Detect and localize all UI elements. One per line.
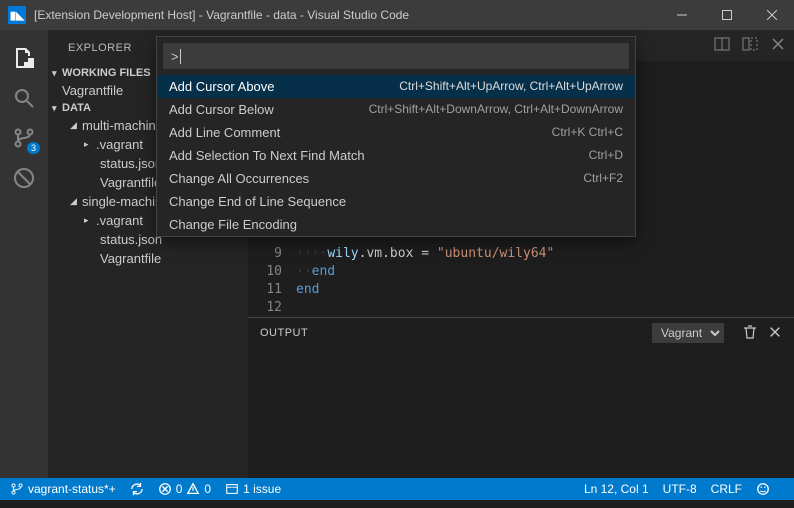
- file-label: status.json: [100, 232, 162, 247]
- chevron-down-icon: ◢: [70, 120, 80, 131]
- command-label: Add Line Comment: [169, 125, 552, 140]
- chevron-down-icon: ▾: [52, 103, 62, 114]
- file-label: status.json: [100, 156, 162, 171]
- window-title: [Extension Development Host] - Vagrantfi…: [34, 8, 659, 22]
- line-number: 11: [248, 281, 282, 299]
- command-item[interactable]: Change File Encoding: [157, 213, 635, 236]
- command-label: Change End of Line Sequence: [169, 194, 623, 209]
- line-number: 10: [248, 263, 282, 281]
- warning-count: 0: [204, 482, 211, 496]
- chevron-right-icon: ▸: [84, 139, 94, 150]
- eol-status[interactable]: CRLF: [711, 482, 742, 496]
- chevron-down-icon: ▾: [52, 68, 62, 79]
- command-prefix: >: [171, 49, 179, 64]
- command-label: Add Selection To Next Find Match: [169, 148, 589, 163]
- vscode-app-icon: ▮◣: [8, 6, 26, 24]
- open-changes-icon[interactable]: [742, 36, 758, 55]
- issues-label: 1 issue: [243, 482, 281, 496]
- activity-search[interactable]: [0, 78, 48, 118]
- window-controls: [659, 0, 794, 30]
- encoding-label: UTF-8: [663, 482, 697, 496]
- project-label: DATA: [62, 102, 91, 114]
- output-panel: OUTPUT Vagrant: [248, 317, 794, 478]
- folder-label: .vagrant: [96, 137, 143, 152]
- eol-label: CRLF: [711, 482, 742, 496]
- output-label: OUTPUT: [260, 327, 308, 339]
- sync-status[interactable]: [130, 482, 144, 496]
- chevron-down-icon: ◢: [70, 196, 80, 207]
- close-panel-icon[interactable]: [768, 325, 782, 342]
- warning-icon: [186, 482, 200, 496]
- position-label: Ln 12, Col 1: [584, 482, 649, 496]
- error-count: 0: [176, 482, 183, 496]
- cursor-position[interactable]: Ln 12, Col 1: [584, 482, 649, 496]
- activity-bar: 3: [0, 30, 48, 478]
- git-branch-icon: [10, 482, 24, 496]
- issues-status[interactable]: 1 issue: [225, 482, 281, 496]
- debug-icon: [12, 166, 36, 190]
- file-item[interactable]: Vagrantfile: [58, 249, 248, 268]
- minimize-button[interactable]: [659, 0, 704, 30]
- command-input[interactable]: >: [163, 43, 629, 69]
- command-list: Add Cursor AboveCtrl+Shift+Alt+UpArrow, …: [157, 75, 635, 236]
- command-item[interactable]: Add Cursor AboveCtrl+Shift+Alt+UpArrow, …: [157, 75, 635, 98]
- search-icon: [12, 86, 36, 110]
- command-item[interactable]: Change End of Line Sequence: [157, 190, 635, 213]
- working-file-label: Vagrantfile: [62, 83, 123, 98]
- files-icon: [12, 46, 36, 70]
- command-shortcut: Ctrl+Shift+Alt+DownArrow, Ctrl+Alt+DownA…: [369, 102, 623, 117]
- chevron-right-icon: ▸: [84, 215, 94, 226]
- command-item[interactable]: Add Cursor BelowCtrl+Shift+Alt+DownArrow…: [157, 98, 635, 121]
- line-number: 9: [248, 245, 282, 263]
- smiley-icon: [756, 482, 770, 496]
- command-item[interactable]: Add Selection To Next Find MatchCtrl+D: [157, 144, 635, 167]
- split-editor-icon[interactable]: [714, 36, 730, 55]
- file-label: Vagrantfile: [100, 175, 161, 190]
- folder-label: multi-machine: [82, 118, 163, 133]
- statusbar: vagrant-status*+ 0 0 1 issue Ln 12, Col …: [0, 478, 794, 500]
- command-palette: > Add Cursor AboveCtrl+Shift+Alt+UpArrow…: [156, 36, 636, 237]
- close-editor-icon[interactable]: [770, 36, 786, 55]
- git-badge: 3: [27, 142, 40, 154]
- issues-icon: [225, 482, 239, 496]
- command-label: Change File Encoding: [169, 217, 623, 232]
- activity-git[interactable]: 3: [0, 118, 48, 158]
- command-shortcut: Ctrl+F2: [583, 171, 623, 186]
- error-icon: [158, 482, 172, 496]
- line-number: 12: [248, 299, 282, 317]
- titlebar: ▮◣ [Extension Development Host] - Vagran…: [0, 0, 794, 30]
- folder-label: .vagrant: [96, 213, 143, 228]
- command-item[interactable]: Change All OccurrencesCtrl+F2: [157, 167, 635, 190]
- command-item[interactable]: Add Line CommentCtrl+K Ctrl+C: [157, 121, 635, 144]
- encoding-status[interactable]: UTF-8: [663, 482, 697, 496]
- problems-status[interactable]: 0 0: [158, 482, 211, 496]
- command-label: Add Cursor Below: [169, 102, 369, 117]
- command-shortcut: Ctrl+Shift+Alt+UpArrow, Ctrl+Alt+UpArrow: [399, 79, 623, 94]
- command-shortcut: Ctrl+K Ctrl+C: [552, 125, 623, 140]
- output-channel-select[interactable]: Vagrant: [652, 323, 724, 343]
- output-header: OUTPUT Vagrant: [248, 318, 794, 348]
- activity-debug[interactable]: [0, 158, 48, 198]
- clear-output-icon[interactable]: [742, 324, 758, 343]
- working-files-label: WORKING FILES: [62, 67, 151, 79]
- branch-name: vagrant-status*+: [28, 482, 116, 496]
- activity-explorer[interactable]: [0, 38, 48, 78]
- git-branch-status[interactable]: vagrant-status*+: [10, 482, 116, 496]
- command-shortcut: Ctrl+D: [589, 148, 623, 163]
- text-cursor: [180, 49, 181, 64]
- sync-icon: [130, 482, 144, 496]
- command-label: Change All Occurrences: [169, 171, 583, 186]
- feedback-status[interactable]: [756, 482, 770, 496]
- maximize-button[interactable]: [704, 0, 749, 30]
- close-button[interactable]: [749, 0, 794, 30]
- command-label: Add Cursor Above: [169, 79, 399, 94]
- file-label: Vagrantfile: [100, 251, 161, 266]
